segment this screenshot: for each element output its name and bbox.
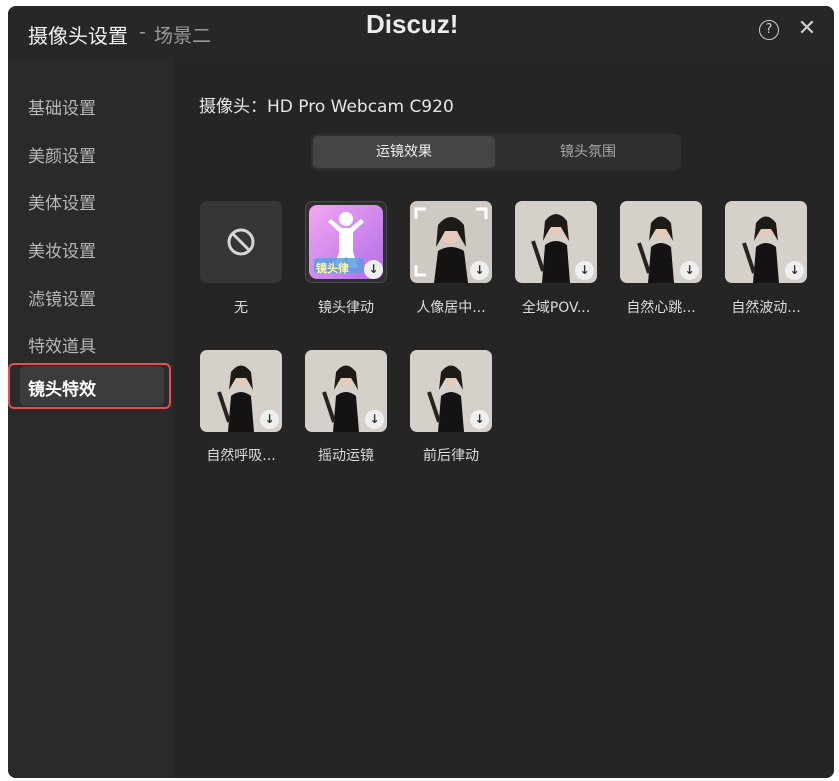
effect-breathing-tile[interactable]: ↓ (200, 350, 282, 432)
sidebar-item-basic[interactable]: 基础设置 (28, 94, 96, 119)
effect-heartbeat-tile[interactable]: ↓ (620, 201, 702, 283)
thumbnail-text: 镜头律 (316, 262, 349, 275)
effect-global-pov-tile[interactable]: ↓ (515, 201, 597, 283)
effect-shake-tile[interactable]: ↓ (305, 350, 387, 432)
download-icon[interactable]: ↓ (364, 260, 383, 279)
effect-none-tile[interactable] (200, 201, 282, 283)
download-icon[interactable]: ↓ (680, 261, 699, 280)
sidebar-item-beauty[interactable]: 美颜设置 (28, 142, 96, 167)
effect-tabs: 运镜效果 镜头氛围 (311, 134, 681, 170)
selection-highlight (8, 363, 171, 409)
effect-label: 全域POV... (521, 300, 591, 316)
settings-sidebar: 基础设置 美颜设置 美体设置 美妆设置 滤镜设置 特效道具 镜头特效 (8, 58, 173, 778)
tab-lens-atmosphere[interactable]: 镜头氛围 (497, 136, 679, 168)
effect-label: 自然心跳... (626, 300, 696, 316)
download-icon[interactable]: ↓ (365, 410, 384, 429)
sidebar-item-makeup[interactable]: 美妆设置 (28, 237, 96, 262)
download-icon[interactable]: ↓ (470, 261, 489, 280)
download-icon[interactable]: ↓ (260, 410, 279, 429)
effect-label: 摇动运镜 (318, 448, 374, 464)
tab-camera-movement[interactable]: 运镜效果 (313, 136, 495, 168)
scene-name: 场景二 (154, 25, 212, 47)
sidebar-item-body[interactable]: 美体设置 (28, 189, 96, 214)
discuz-watermark: Discuz! (366, 9, 459, 39)
close-icon[interactable]: ✕ (795, 16, 819, 42)
download-icon[interactable]: ↓ (785, 261, 804, 280)
effect-wave-tile[interactable]: ↓ (725, 201, 807, 283)
camera-name: 摄像头：HD Pro Webcam C920 (199, 97, 454, 117)
title-bar[interactable]: 摄像头设置 - 场景二 Discuz! ? ✕ (8, 6, 834, 58)
effect-label: 镜头律动 (318, 300, 374, 316)
sidebar-item-props[interactable]: 特效道具 (28, 332, 96, 357)
help-icon[interactable]: ? (759, 20, 779, 40)
effect-label: 自然呼吸... (206, 448, 276, 464)
effect-label: 前后律动 (423, 448, 479, 464)
effect-lens-rhythm-tile[interactable]: 镜头律 ↓ (305, 201, 387, 283)
effect-push-pull-tile[interactable]: ↓ (410, 350, 492, 432)
sidebar-item-filter[interactable]: 滤镜设置 (28, 285, 96, 310)
title-separator: - (139, 21, 146, 43)
effect-label: 无 (234, 300, 248, 316)
camera-settings-window: 摄像头设置 - 场景二 Discuz! ? ✕ 基础设置 美颜设置 美体设置 美… (8, 6, 834, 778)
main-panel: 摄像头：HD Pro Webcam C920 运镜效果 镜头氛围 无 镜头律 ↓… (173, 58, 834, 778)
download-icon[interactable]: ↓ (575, 261, 594, 280)
effect-label: 人像居中... (416, 300, 486, 316)
download-icon[interactable]: ↓ (470, 410, 489, 429)
effect-portrait-center-tile[interactable]: ↓ (410, 201, 492, 283)
window-title: 摄像头设置 (28, 24, 128, 48)
effect-label: 自然波动... (731, 300, 801, 316)
none-icon (227, 228, 255, 256)
